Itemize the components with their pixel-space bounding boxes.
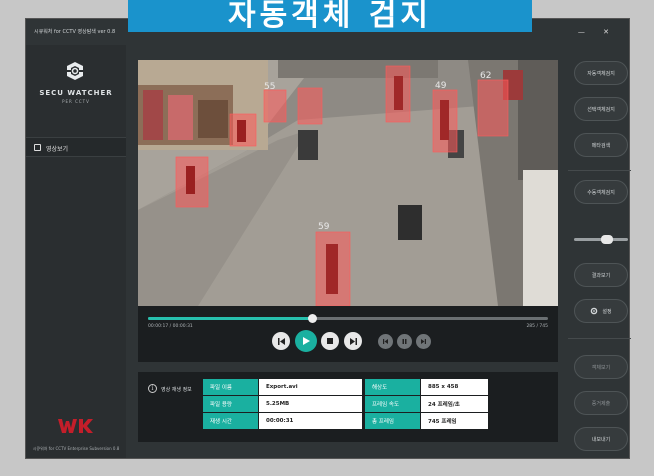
progress-fill <box>148 317 312 320</box>
detection-box[interactable] <box>229 113 257 147</box>
view-objects-button[interactable]: 객체보기 <box>574 355 628 379</box>
window-title: 시큐워처 for CCTV 영상탐색 ver 0.8 <box>34 29 116 35</box>
table-row: 재생 시간 00:00:31 <box>202 412 363 430</box>
table-row: 총 프레임 745 프레임 <box>364 412 489 430</box>
divider <box>568 170 631 171</box>
next-button[interactable] <box>344 332 362 350</box>
manual-detect-button[interactable]: 수동객체검지 <box>574 180 628 204</box>
threshold-slider[interactable] <box>574 235 628 244</box>
pause-button[interactable] <box>397 334 412 349</box>
pause-icon <box>402 339 407 344</box>
frame-counter: 285 / 745 <box>526 324 548 329</box>
detection-box[interactable] <box>385 65 411 123</box>
info-key: 프레임 속도 <box>364 395 421 413</box>
settings-label: 설정 <box>602 308 612 315</box>
time-current: 00:00:17 / 00:00:31 <box>148 324 193 329</box>
action-panel: 자동객체검지 선택객체검지 메타검색 수동객체검지 결과보기 설정 객체보기 증… <box>558 45 631 458</box>
play-button[interactable] <box>295 330 317 352</box>
submit-evidence-button[interactable]: 증거제출 <box>574 391 628 415</box>
table-row: 파일 용량 5.25MB <box>202 395 363 413</box>
app-window: 시큐워처 for CCTV 영상탐색 ver 0.8 — ✕ SECU WATC… <box>25 18 631 459</box>
close-icon[interactable]: ✕ <box>603 28 617 36</box>
frame-forward-button[interactable] <box>416 334 431 349</box>
export-button[interactable]: 내보내기 <box>574 427 628 451</box>
skip-forward-icon <box>349 337 357 345</box>
info-value: 885 x 458 <box>420 378 489 396</box>
info-icon: i <box>148 384 157 393</box>
detection-id-label: 49 <box>435 81 447 91</box>
sidebar: SECU WATCHER PER CCTV 영상보기 시큐워처 for CCTV… <box>26 45 126 458</box>
progress-bar[interactable] <box>148 314 548 323</box>
info-key: 파일 용량 <box>202 395 259 413</box>
info-value: 00:00:31 <box>258 412 363 430</box>
table-row: 프레임 속도 24 프레임/초 <box>364 395 489 413</box>
info-value: 745 프레임 <box>420 412 489 430</box>
previous-button[interactable] <box>272 332 290 350</box>
wk-logo <box>58 419 93 433</box>
frame-forward-icon <box>421 339 426 344</box>
file-info-panel: i 영상 재생 정보 파일 이름 Export.avi 파일 용량 5.25MB… <box>138 372 558 442</box>
slider-handle[interactable] <box>601 235 614 244</box>
auto-detect-button[interactable]: 자동객체검지 <box>574 61 628 85</box>
playback-controls: 00:00:17 / 00:00:31 285 / 745 <box>138 306 558 362</box>
stop-icon <box>327 338 333 344</box>
video-info-table: 해상도 885 x 458 프레임 속도 24 프레임/초 총 프레임 745 … <box>364 378 489 430</box>
info-key: 해상도 <box>364 378 421 396</box>
detection-box[interactable]: 62 <box>477 71 509 137</box>
banner-text: 자동객체 검지 <box>227 0 433 32</box>
select-detect-button[interactable]: 선택객체검지 <box>574 97 628 121</box>
sidebar-item-video-view[interactable]: 영상보기 <box>26 137 126 157</box>
table-row: 파일 이름 Export.avi <box>202 378 363 396</box>
detection-id-label: 55 <box>264 82 275 92</box>
video-frame: 55 49 62 59 <box>138 60 558 306</box>
info-title: 영상 재생 정보 <box>161 387 192 393</box>
info-value: 5.25MB <box>258 395 363 413</box>
stop-button[interactable] <box>321 332 339 350</box>
meta-search-button[interactable]: 메타검색 <box>574 133 628 157</box>
monitor-icon <box>34 144 41 151</box>
table-row: 해상도 885 x 458 <box>364 378 489 396</box>
gear-icon <box>591 307 598 315</box>
title-banner: 자동객체 검지 <box>128 0 532 32</box>
info-value: 24 프레임/초 <box>420 395 489 413</box>
settings-button[interactable]: 설정 <box>574 299 628 323</box>
info-key: 파일 이름 <box>202 378 259 396</box>
detection-id-label: 59 <box>318 222 330 232</box>
detection-box[interactable] <box>175 156 209 208</box>
video-player[interactable]: 55 49 62 59 <box>138 60 558 306</box>
divider <box>568 338 631 339</box>
secuwatcher-logo-icon <box>67 62 83 80</box>
frame-back-button[interactable] <box>378 334 393 349</box>
detection-box[interactable]: 59 <box>315 222 351 306</box>
sidebar-item-label: 영상보기 <box>46 146 69 153</box>
file-info-table: 파일 이름 Export.avi 파일 용량 5.25MB 재생 시간 00:0… <box>202 378 363 430</box>
play-icon <box>303 337 310 345</box>
info-key: 총 프레임 <box>364 412 421 430</box>
detection-box[interactable]: 49 <box>432 81 458 153</box>
skip-back-icon <box>277 337 285 345</box>
brand-name: SECU WATCHER <box>39 89 113 97</box>
version-footer: 시큐워처 for CCTV Enterprise Subversion 0.8 <box>32 446 120 451</box>
info-key: 재생 시간 <box>202 412 259 430</box>
progress-handle[interactable] <box>308 314 317 323</box>
brand-subtitle: PER CCTV <box>62 99 90 104</box>
frame-back-icon <box>383 339 388 344</box>
detection-id-label: 62 <box>480 71 491 81</box>
info-value: Export.avi <box>258 378 363 396</box>
view-results-button[interactable]: 결과보기 <box>574 263 628 287</box>
detection-box[interactable] <box>297 87 323 125</box>
minimize-icon[interactable]: — <box>578 28 593 36</box>
